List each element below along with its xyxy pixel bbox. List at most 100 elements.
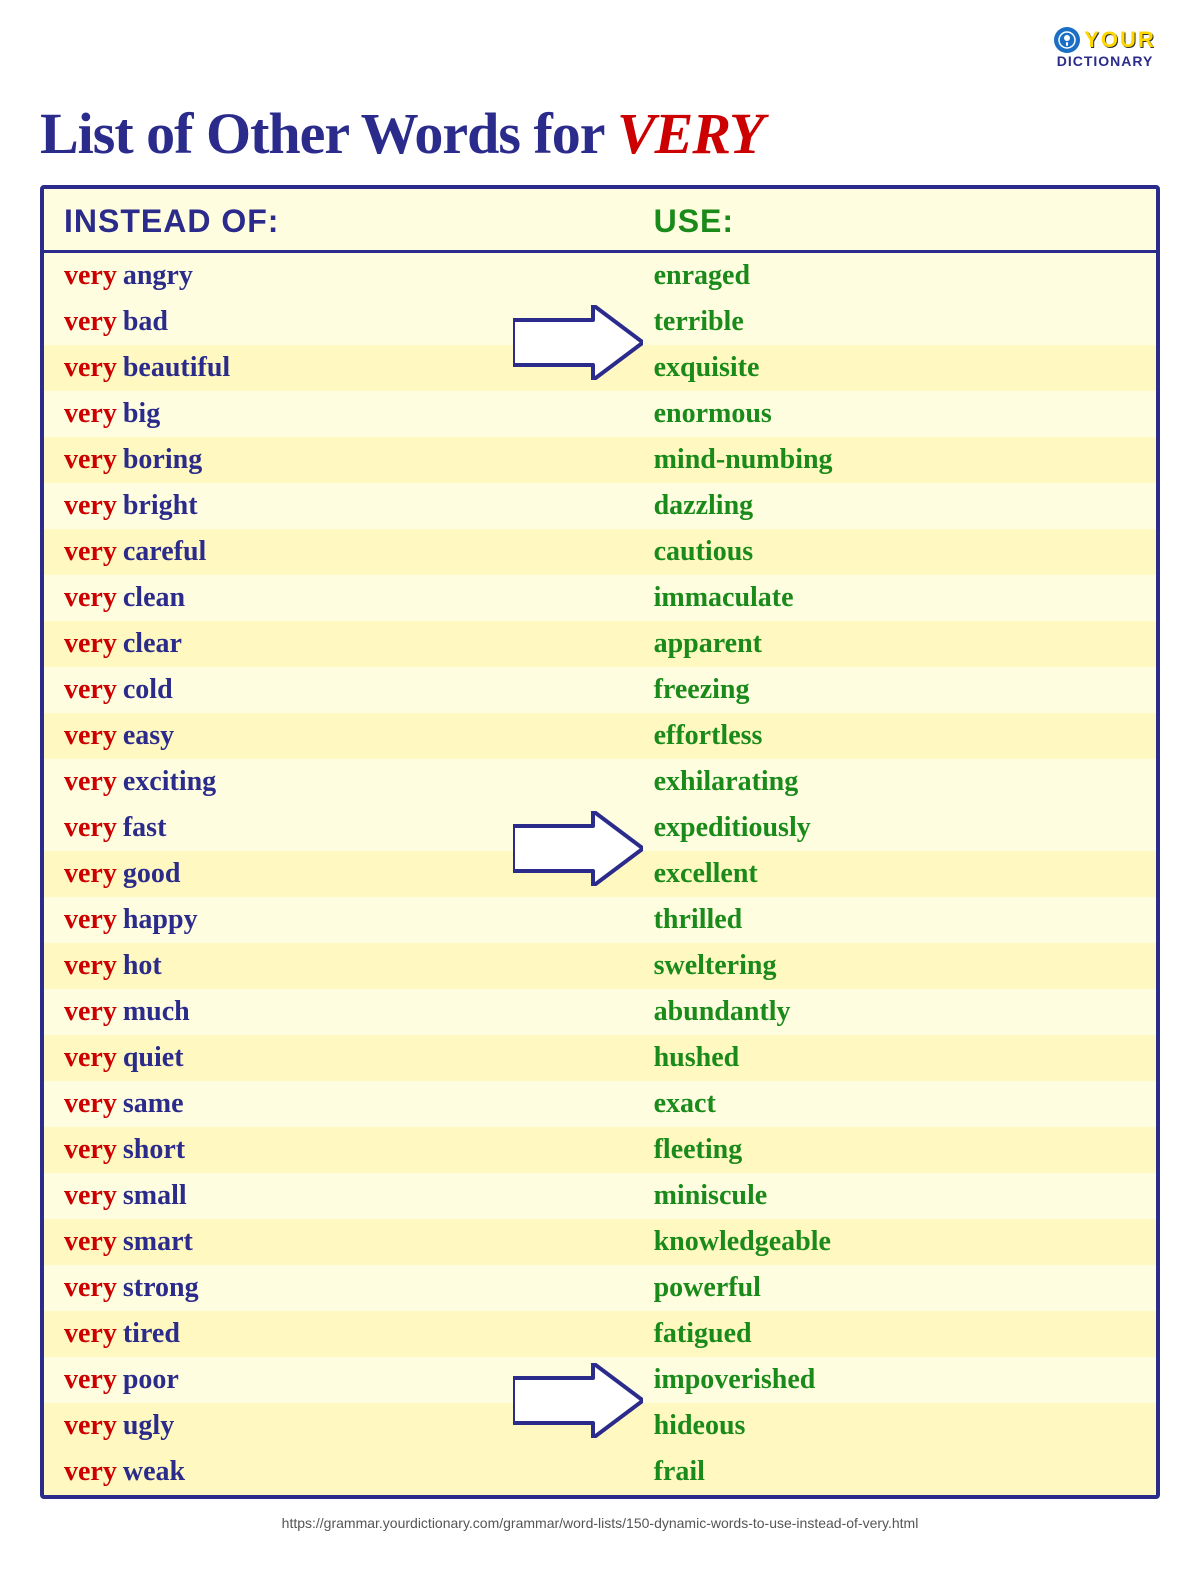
adjective-word: exciting [123, 766, 216, 798]
use-cell: mind-numbing [654, 444, 1136, 476]
very-label: very [64, 812, 117, 844]
adjective-word: clean [123, 582, 185, 614]
table-row: veryboring mind-numbing [44, 437, 1156, 483]
table-row: verybig enormous [44, 391, 1156, 437]
use-cell: enormous [654, 398, 1136, 430]
adjective-word: quiet [123, 1042, 184, 1074]
very-label: very [64, 996, 117, 1028]
instead-cell: veryquiet [64, 1042, 654, 1074]
adjective-word: fast [123, 812, 167, 844]
adjective-word: good [123, 858, 181, 890]
table-row: very angry enraged [44, 253, 1156, 299]
adjective-word: weak [123, 1456, 185, 1488]
adjective-word: bad [123, 306, 168, 338]
very-label: very [64, 1088, 117, 1120]
logo-circle-icon [1054, 27, 1080, 53]
table-row: verycold freezing [44, 667, 1156, 713]
instead-cell: verystrong [64, 1272, 654, 1304]
instead-cell: verysmall [64, 1180, 654, 1212]
adjective-word: short [123, 1134, 185, 1166]
use-cell: effortless [654, 720, 1136, 752]
logo: YOUR DICTIONARY [1050, 18, 1160, 78]
table-row: veryquiet hushed [44, 1035, 1156, 1081]
table-row: veryclean immaculate [44, 575, 1156, 621]
arrow-group-3: verypoor impoverished veryugly hideous [44, 1357, 1156, 1449]
adjective-word: hot [123, 950, 162, 982]
instead-cell: verytired [64, 1318, 654, 1350]
use-cell: hushed [654, 1042, 1136, 1074]
table-row: verycareful cautious [44, 529, 1156, 575]
instead-cell: verymuch [64, 996, 654, 1028]
instead-cell: veryhot [64, 950, 654, 982]
use-cell: fatigued [654, 1318, 1136, 1350]
instead-cell: verysmart [64, 1226, 654, 1258]
very-label: very [64, 260, 117, 292]
use-cell: immaculate [654, 582, 1136, 614]
instead-cell: veryclean [64, 582, 654, 614]
table-row: veryeasy effortless [44, 713, 1156, 759]
very-label: very [64, 1272, 117, 1304]
very-label: very [64, 674, 117, 706]
table-header: INSTEAD OF: USE: [44, 189, 1156, 253]
table-row: veryclear apparent [44, 621, 1156, 667]
very-label: very [64, 444, 117, 476]
very-label: very [64, 1410, 117, 1442]
use-cell: dazzling [654, 490, 1136, 522]
instead-cell: veryclear [64, 628, 654, 660]
arrow-icon-1 [513, 305, 643, 385]
adjective-word: tired [123, 1318, 180, 1350]
adjective-word: boring [123, 444, 202, 476]
very-label: very [64, 1456, 117, 1488]
table-row: veryexciting exhilarating [44, 759, 1156, 805]
adjective-word: ugly [123, 1410, 174, 1442]
table-row: verybright dazzling [44, 483, 1156, 529]
adjective-word: clear [123, 628, 182, 660]
instead-cell: verybright [64, 490, 654, 522]
table-row: veryhot sweltering [44, 943, 1156, 989]
use-cell: exhilarating [654, 766, 1136, 798]
use-cell: fleeting [654, 1134, 1136, 1166]
table-row: veryweak frail [44, 1449, 1156, 1495]
instead-cell: veryshort [64, 1134, 654, 1166]
use-cell: apparent [654, 628, 1136, 660]
table-row: veryshort fleeting [44, 1127, 1156, 1173]
use-cell: exquisite [654, 352, 1136, 384]
table-row: verysmall miniscule [44, 1173, 1156, 1219]
adjective-word: same [123, 1088, 184, 1120]
adjective-word: happy [123, 904, 198, 936]
use-cell: exact [654, 1088, 1136, 1120]
instead-cell: very angry [64, 260, 654, 292]
very-label: very [64, 858, 117, 890]
use-cell: frail [654, 1456, 1136, 1488]
very-label: very [64, 720, 117, 752]
page-title: List of Other Words for VERY [40, 100, 1160, 167]
use-cell: miniscule [654, 1180, 1136, 1212]
adjective-word: poor [123, 1364, 179, 1396]
arrow-icon-2 [513, 811, 643, 891]
logo-dictionary-text: DICTIONARY [1057, 53, 1154, 70]
use-cell: powerful [654, 1272, 1136, 1304]
table-body: very angry enraged very bad terrible ver… [44, 253, 1156, 1495]
instead-cell: verybig [64, 398, 654, 430]
instead-cell: verycold [64, 674, 654, 706]
word-table: INSTEAD OF: USE: very angry enraged very… [40, 185, 1160, 1499]
logo-your-text: YOUR [1084, 29, 1156, 51]
instead-cell: veryhappy [64, 904, 654, 936]
table-row: verymuch abundantly [44, 989, 1156, 1035]
instead-cell: veryexciting [64, 766, 654, 798]
table-row: verytired fatigued [44, 1311, 1156, 1357]
use-cell: cautious [654, 536, 1136, 568]
very-label: very [64, 950, 117, 982]
adjective-word: angry [123, 260, 193, 292]
use-cell: enraged [654, 260, 1136, 292]
adjective-word: beautiful [123, 352, 230, 384]
instead-cell: verycareful [64, 536, 654, 568]
very-label: very [64, 1318, 117, 1350]
instead-cell: veryeasy [64, 720, 654, 752]
header-instead: INSTEAD OF: [64, 203, 654, 240]
use-cell: abundantly [654, 996, 1136, 1028]
very-label: very [64, 1180, 117, 1212]
very-label: very [64, 352, 117, 384]
very-label: very [64, 904, 117, 936]
title-highlight: VERY [617, 101, 763, 166]
